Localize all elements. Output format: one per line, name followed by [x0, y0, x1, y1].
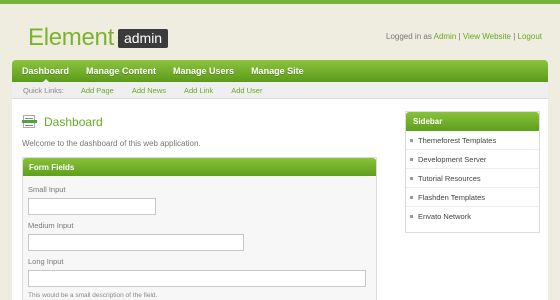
quick-links-bar: Quick Links: Add Page Add News Add Link …	[12, 82, 548, 99]
nav-manage-site[interactable]: Manage Site	[251, 66, 304, 76]
quick-link-add-news[interactable]: Add News	[132, 86, 166, 95]
sidebar-item-label: Tutorial Resources	[418, 173, 481, 183]
main-content: Dashboard Welcome to the dashboard of th…	[12, 99, 548, 300]
page-title: Dashboard	[44, 114, 103, 129]
small-input[interactable]	[28, 198, 156, 215]
logo-badge: admin	[117, 28, 169, 48]
bullet-icon	[410, 215, 413, 218]
logged-in-prefix: Logged in as	[386, 32, 434, 41]
quick-link-add-page[interactable]: Add Page	[81, 86, 114, 95]
medium-input[interactable]	[28, 234, 244, 251]
sidebar-item-themeforest[interactable]: Themeforest Templates	[406, 131, 539, 150]
user-bar: Logged in as Admin | View Website | Logo…	[386, 32, 542, 41]
sidebar-item-label: Themeforest Templates	[418, 135, 497, 145]
sidebar: Sidebar Themeforest Templates Developmen…	[405, 111, 540, 233]
bullet-icon	[410, 157, 413, 161]
nav-manage-users[interactable]: Manage Users	[173, 66, 234, 76]
bullet-icon	[410, 195, 413, 199]
nav-manage-content[interactable]: Manage Content	[86, 66, 156, 76]
quick-link-add-link[interactable]: Add Link	[184, 86, 213, 95]
quick-link-add-user[interactable]: Add User	[231, 86, 262, 95]
nav-dashboard[interactable]: Dashboard	[22, 66, 69, 83]
sidebar-title: Sidebar	[406, 112, 539, 131]
form-fields-panel: Form Fields Small Input Medium Input Lon…	[22, 157, 377, 300]
sidebar-item-label: Envato Network	[418, 212, 471, 221]
sidebar-item-envato[interactable]: Envato Network	[406, 207, 539, 226]
medium-input-label: Medium Input	[28, 221, 74, 230]
sidebar-item-flashden[interactable]: Flashden Templates	[406, 188, 539, 207]
sidebar-item-tutorial-resources[interactable]: Tutorial Resources	[406, 169, 539, 188]
sidebar-item-label: Flashden Templates	[418, 192, 485, 202]
field-description: This would be a small description of the…	[28, 292, 158, 299]
page-title-row: Dashboard	[22, 114, 103, 129]
bullet-icon	[410, 138, 413, 142]
quick-links-label: Quick Links:	[23, 85, 64, 95]
logo[interactable]: Element admin	[28, 24, 169, 52]
logout-link[interactable]: Logout	[518, 32, 542, 41]
header: Element admin Logged in as Admin | View …	[0, 4, 560, 60]
long-input-label: Long Input	[28, 257, 64, 266]
main-nav: Dashboard Manage Content Manage Users Ma…	[12, 60, 548, 83]
logo-text: Element	[28, 24, 114, 51]
form-fields-title: Form Fields	[23, 158, 376, 176]
view-website-link[interactable]: View Website	[463, 32, 511, 41]
long-input[interactable]	[28, 270, 366, 287]
user-link[interactable]: Admin	[434, 32, 457, 41]
welcome-text: Welcome to the dashboard of this web app…	[22, 139, 201, 148]
bullet-icon	[410, 176, 413, 180]
sidebar-item-label: Development Server	[418, 154, 487, 164]
small-input-label: Small Input	[28, 185, 66, 194]
sidebar-item-development-server[interactable]: Development Server	[406, 150, 539, 169]
document-icon	[22, 114, 37, 129]
